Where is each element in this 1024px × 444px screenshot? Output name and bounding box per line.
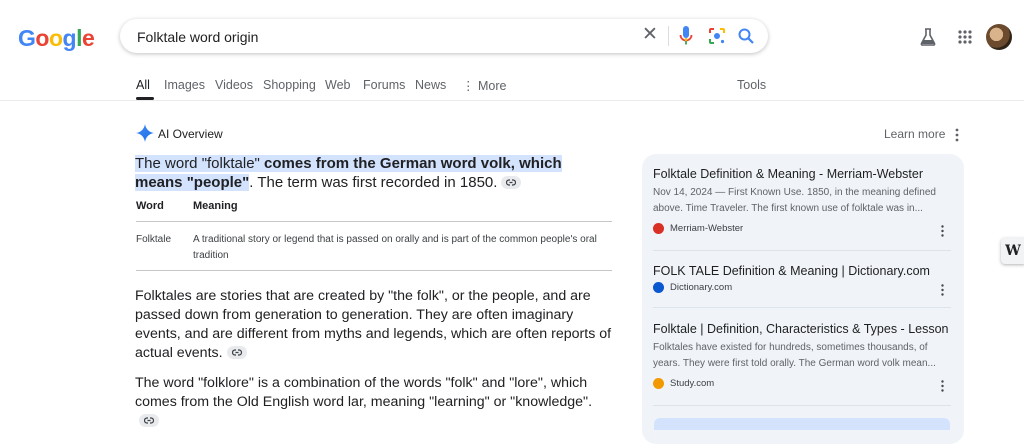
ai-overview-title: AI Overview (158, 127, 223, 141)
header-divider (0, 100, 1024, 101)
ai-paragraph: The word "folklore" is a combination of … (135, 374, 613, 431)
table-cell-word: Folktale (136, 234, 172, 245)
source-title-link[interactable]: Folktale | Definition, Characteristics &… (653, 322, 949, 336)
table-header-meaning: Meaning (193, 200, 238, 212)
link-icon (231, 349, 242, 356)
mic-icon[interactable] (678, 25, 694, 47)
paragraph-text: Folktales are stories that are created b… (135, 288, 612, 361)
table-divider (136, 221, 612, 222)
avatar[interactable] (986, 24, 1012, 50)
source-title-link[interactable]: FOLK TALE Definition & Meaning | Diction… (653, 264, 930, 278)
google-logo[interactable]: Google (18, 25, 95, 52)
logo-letter: o (35, 25, 49, 51)
show-all-sources-button[interactable] (654, 418, 950, 430)
source-site-name: Merriam-Webster (670, 223, 744, 235)
source-divider (653, 307, 951, 308)
source-site-name: Dictionary.com (670, 282, 733, 294)
apps-icon[interactable] (957, 29, 973, 45)
search-input[interactable]: Folktale word origin (137, 29, 258, 45)
link-icon (144, 417, 154, 424)
source-site[interactable]: Study.com (653, 378, 714, 389)
tab-forums[interactable]: Forums (363, 78, 405, 92)
tab-all[interactable]: All (136, 78, 150, 92)
tab-news[interactable]: News (415, 78, 446, 92)
tools-button[interactable]: Tools (737, 78, 766, 92)
tab-more[interactable]: ⋮ More (462, 78, 506, 93)
tab-images[interactable]: Images (164, 78, 205, 92)
source-site[interactable]: Merriam-Webster (653, 223, 743, 234)
side-extension-badge[interactable]: W (1001, 238, 1024, 264)
learn-more-link[interactable]: Learn more (884, 127, 945, 141)
tab-shopping[interactable]: Shopping (263, 78, 316, 92)
more-options-icon[interactable] (955, 128, 959, 142)
tab-web[interactable]: Web (325, 78, 350, 92)
source-site[interactable]: Dictionary.com (653, 282, 732, 293)
table-divider (136, 270, 612, 271)
source-divider (653, 250, 951, 251)
citation-chip[interactable] (501, 175, 522, 189)
source-snippet: Nov 14, 2024 — First Known Use. 1850, in… (653, 187, 936, 214)
ai-paragraph: Folktales are stories that are created b… (135, 287, 613, 363)
sparkle-icon (136, 124, 154, 142)
citation-chip[interactable] (226, 345, 247, 359)
more-options-icon[interactable] (941, 284, 944, 296)
lead-text-part: The word "folktale" (135, 155, 265, 172)
tab-videos[interactable]: Videos (215, 78, 253, 92)
ai-lead-text: The word "folktale" comes from the Germa… (135, 154, 605, 192)
source-site-name: Study.com (670, 378, 715, 390)
table-cell-meaning: A traditional story or legend that is pa… (193, 234, 597, 261)
citation-chip[interactable] (139, 413, 159, 427)
logo-letter: o (48, 25, 63, 51)
study-com-icon (653, 378, 664, 389)
more-options-icon[interactable] (941, 380, 944, 392)
dictionary-com-icon (653, 282, 664, 293)
lead-text-part: . The term was first recorded in 1850. (249, 174, 498, 191)
logo-letter: G (18, 25, 36, 51)
search-icon[interactable] (737, 27, 755, 45)
logo-letter: g (62, 25, 77, 51)
link-icon (506, 178, 517, 186)
source-title-link[interactable]: Folktale Definition & Meaning - Merriam-… (653, 167, 923, 181)
table-header-word: Word (136, 200, 164, 212)
logo-letter: e (81, 25, 95, 51)
lens-icon[interactable] (708, 27, 726, 45)
more-options-icon[interactable] (941, 225, 944, 237)
source-divider (653, 405, 951, 406)
merriam-webster-icon (653, 223, 664, 234)
search-divider (668, 26, 669, 46)
flask-icon[interactable] (920, 28, 936, 46)
paragraph-text: The word "folklore" is a combination of … (135, 375, 593, 410)
close-icon[interactable]: ✕ (641, 25, 659, 44)
source-snippet: Folktales have existed for hundreds, som… (653, 342, 936, 369)
